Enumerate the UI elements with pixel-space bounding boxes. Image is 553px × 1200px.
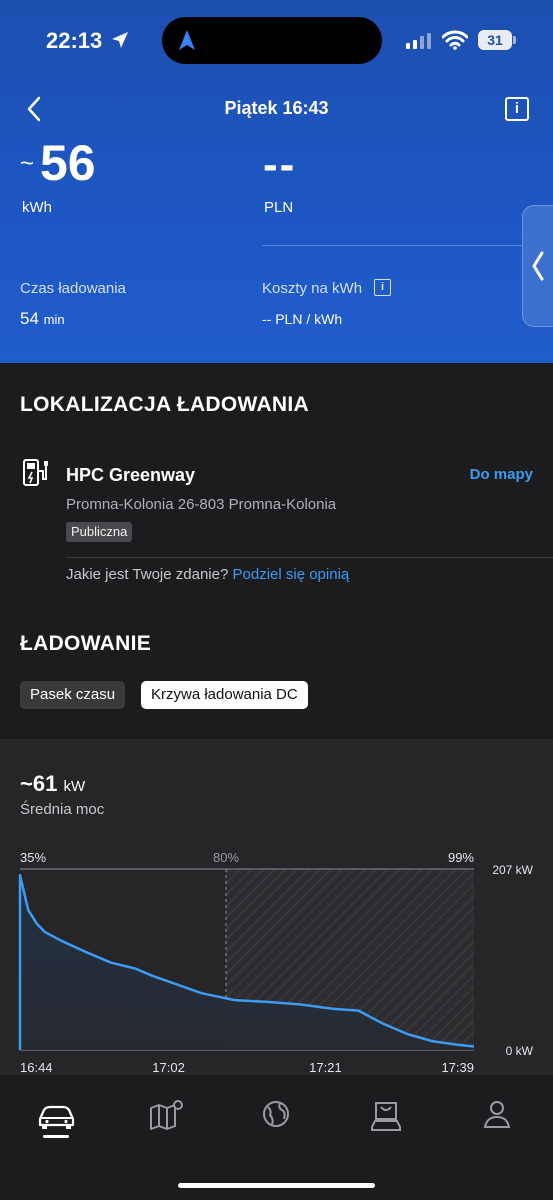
- location-arrow-icon: [112, 32, 128, 48]
- cost-value: --: [263, 140, 297, 189]
- globe-icon[interactable]: [254, 1095, 298, 1135]
- charging-section-title: ŁADOWANIE: [20, 632, 152, 655]
- average-power-value: ~61 kW: [20, 771, 85, 797]
- dynamic-island: [162, 17, 382, 64]
- cost-per-kwh-value: -- PLN / kWh: [262, 311, 343, 327]
- battery-tip: [513, 36, 516, 44]
- average-power-label: Średnia moc: [20, 801, 105, 818]
- x-tick-label: 17:02: [152, 1060, 185, 1075]
- soc-label: 35%: [20, 850, 46, 865]
- active-tab-indicator: [43, 1135, 69, 1138]
- wifi-icon: [442, 30, 468, 50]
- car-icon[interactable]: [34, 1095, 78, 1135]
- station-address: Promna-Kolonia 26-803 Promna-Kolonia: [66, 496, 337, 513]
- profile-icon[interactable]: [475, 1095, 519, 1135]
- avg-number: 61: [32, 771, 58, 796]
- navigation-arrow-icon: [179, 30, 195, 50]
- opinion-row: Jakie jest Twoje zdanie? Podziel się opi…: [66, 566, 349, 583]
- cost-per-kwh-info-icon[interactable]: i: [374, 279, 391, 296]
- public-badge: Publiczna: [66, 522, 133, 542]
- energy-unit: kWh: [22, 199, 52, 216]
- home-indicator: [178, 1183, 375, 1188]
- avg-approx-sign: ~: [20, 771, 33, 796]
- x-tick-label: 16:44: [20, 1060, 53, 1075]
- opinion-question: Jakie jest Twoje zdanie?: [66, 566, 229, 583]
- charge-time-unit: min: [43, 312, 65, 327]
- map-icon[interactable]: [144, 1095, 188, 1135]
- x-tick-label: 17:39: [441, 1060, 474, 1075]
- cellular-signal-icon: [406, 33, 431, 49]
- location-section-title: LOKALIZACJA ŁADOWANIA: [20, 393, 309, 416]
- chevron-left-icon: [532, 251, 544, 281]
- info-button[interactable]: i: [505, 97, 529, 121]
- charging-station-icon: [23, 459, 48, 486]
- bottom-navigation: [0, 1075, 553, 1200]
- tab-timeline[interactable]: Pasek czasu: [20, 681, 126, 709]
- header-divider: [262, 245, 522, 246]
- side-panel-handle[interactable]: [522, 205, 553, 327]
- battery-level: 31: [478, 30, 512, 50]
- battery-indicator: 31: [478, 30, 516, 50]
- page-title: Piątek 16:43: [224, 98, 329, 118]
- soc-label: 80%: [213, 850, 239, 865]
- share-opinion-link[interactable]: Podziel się opinią: [233, 566, 350, 583]
- tab-dc-charging-curve[interactable]: Krzywa ładowania DC: [141, 681, 308, 709]
- charge-time-value: 54 min: [20, 309, 65, 329]
- shop-icon[interactable]: [364, 1095, 408, 1135]
- charging-curve-chart: 35% 80% 99% 207 kW 0 kW 16:44 17:02 17:21 17:39: [18, 850, 534, 1075]
- avg-unit: kW: [63, 778, 86, 795]
- status-time: 22:13: [46, 28, 103, 53]
- to-map-link[interactable]: Do mapy: [470, 466, 533, 483]
- status-bar: 22:13 31: [0, 0, 553, 80]
- location-divider: [66, 557, 553, 558]
- station-name: HPC Greenway: [66, 465, 196, 485]
- energy-value: 56: [40, 135, 96, 191]
- charge-time-label: Czas ładowania: [20, 280, 126, 297]
- y-tick-label: 207 kW: [492, 863, 533, 877]
- energy-approx-sign: ~: [20, 150, 35, 177]
- soc-label: 99%: [448, 850, 474, 865]
- charge-time-number: 54: [20, 309, 39, 328]
- x-tick-label: 17:21: [309, 1060, 342, 1075]
- cost-unit: PLN: [264, 199, 294, 216]
- y-tick-label: 0 kW: [506, 1044, 534, 1058]
- cost-per-kwh-label: Koszty na kWh: [262, 280, 363, 297]
